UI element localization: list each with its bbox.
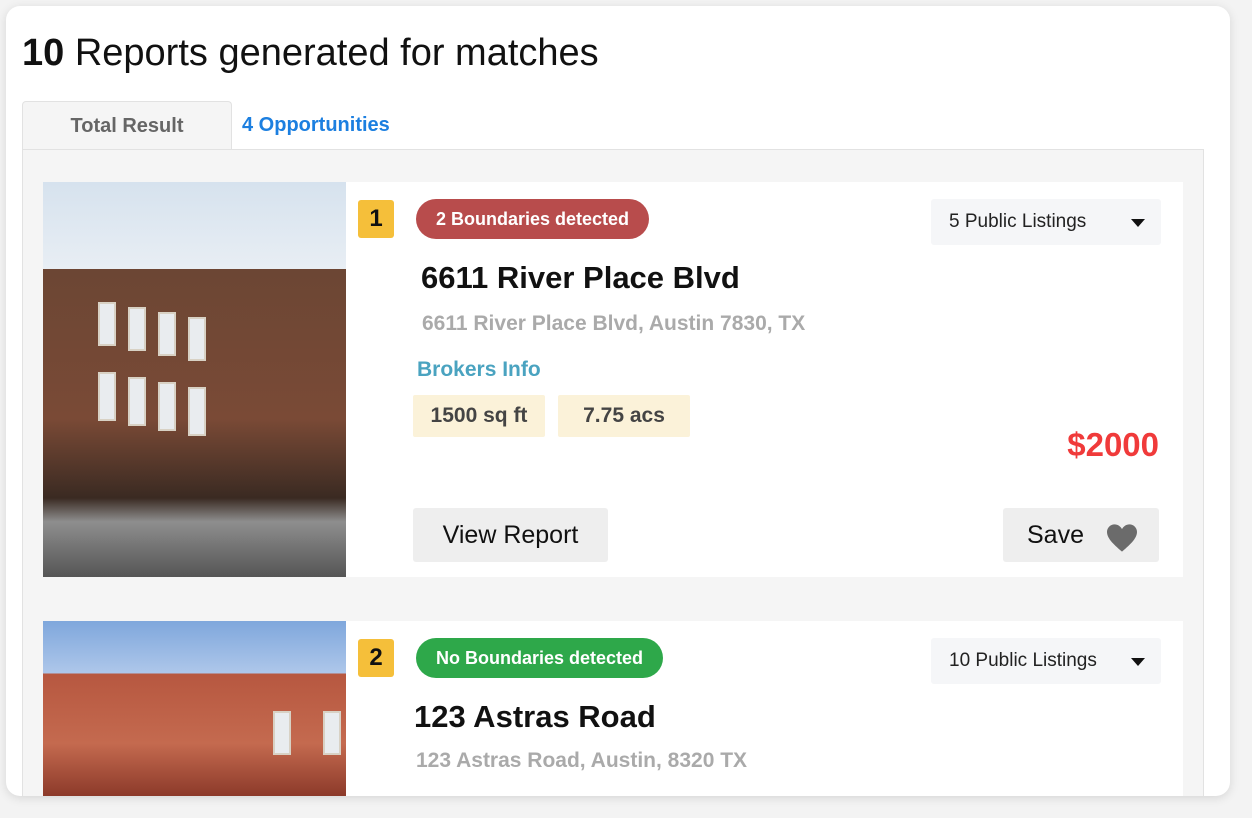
acreage-chip: 7.75 acs bbox=[558, 395, 690, 437]
result-card: 2 No Boundaries detected 10 Public Listi… bbox=[43, 621, 1183, 796]
heart-icon bbox=[1107, 524, 1137, 552]
tab-total-result[interactable]: Total Result bbox=[22, 101, 232, 150]
property-address: 6611 River Place Blvd, Austin 7830, TX bbox=[422, 312, 806, 335]
tab-opportunities[interactable]: 4 Opportunities bbox=[242, 101, 390, 149]
property-photo[interactable] bbox=[43, 621, 346, 796]
building-window bbox=[188, 387, 206, 436]
building-window bbox=[188, 317, 206, 361]
view-report-button[interactable]: View Report bbox=[413, 508, 608, 562]
public-listings-dropdown[interactable]: 5 Public Listings bbox=[931, 199, 1161, 245]
building-window bbox=[323, 711, 341, 755]
report-count: 10 bbox=[22, 32, 65, 74]
building-window bbox=[128, 307, 146, 351]
caret-down-icon bbox=[1131, 658, 1145, 666]
boundary-badge: No Boundaries detected bbox=[416, 638, 664, 678]
area-chip: 1500 sq ft bbox=[413, 395, 545, 437]
building-window bbox=[158, 312, 176, 356]
public-listings-dropdown[interactable]: 10 Public Listings bbox=[931, 638, 1161, 684]
brokers-info-link[interactable]: Brokers Info bbox=[417, 358, 541, 382]
results-window: 10 Reports generated for matches Total R… bbox=[6, 6, 1230, 796]
property-address: 123 Astras Road, Austin, 8320 TX bbox=[416, 749, 748, 772]
save-button[interactable]: Save bbox=[1003, 508, 1159, 562]
rank-number: 1 bbox=[358, 200, 394, 238]
result-card: 1 2 Boundaries detected 5 Public Listing… bbox=[43, 182, 1183, 577]
rank-number: 2 bbox=[358, 639, 394, 677]
building-window bbox=[273, 711, 291, 755]
building-window bbox=[158, 382, 176, 431]
save-label: Save bbox=[1027, 521, 1084, 549]
public-listings-label: 5 Public Listings bbox=[949, 211, 1087, 232]
boundary-badge: 2 Boundaries detected bbox=[416, 199, 650, 239]
property-name: 6611 River Place Blvd bbox=[421, 260, 740, 295]
public-listings-label: 10 Public Listings bbox=[949, 650, 1097, 671]
property-name: 123 Astras Road bbox=[414, 699, 656, 734]
building-window bbox=[98, 372, 116, 421]
building-window bbox=[98, 302, 116, 346]
property-photo[interactable] bbox=[43, 182, 346, 577]
price: $2000 bbox=[1067, 426, 1159, 463]
building-window bbox=[128, 377, 146, 426]
title-text: Reports generated for matches bbox=[64, 32, 599, 74]
caret-down-icon bbox=[1131, 219, 1145, 227]
page-title: 10 Reports generated for matches bbox=[22, 32, 599, 75]
results-panel: 1 2 Boundaries detected 5 Public Listing… bbox=[22, 149, 1204, 796]
